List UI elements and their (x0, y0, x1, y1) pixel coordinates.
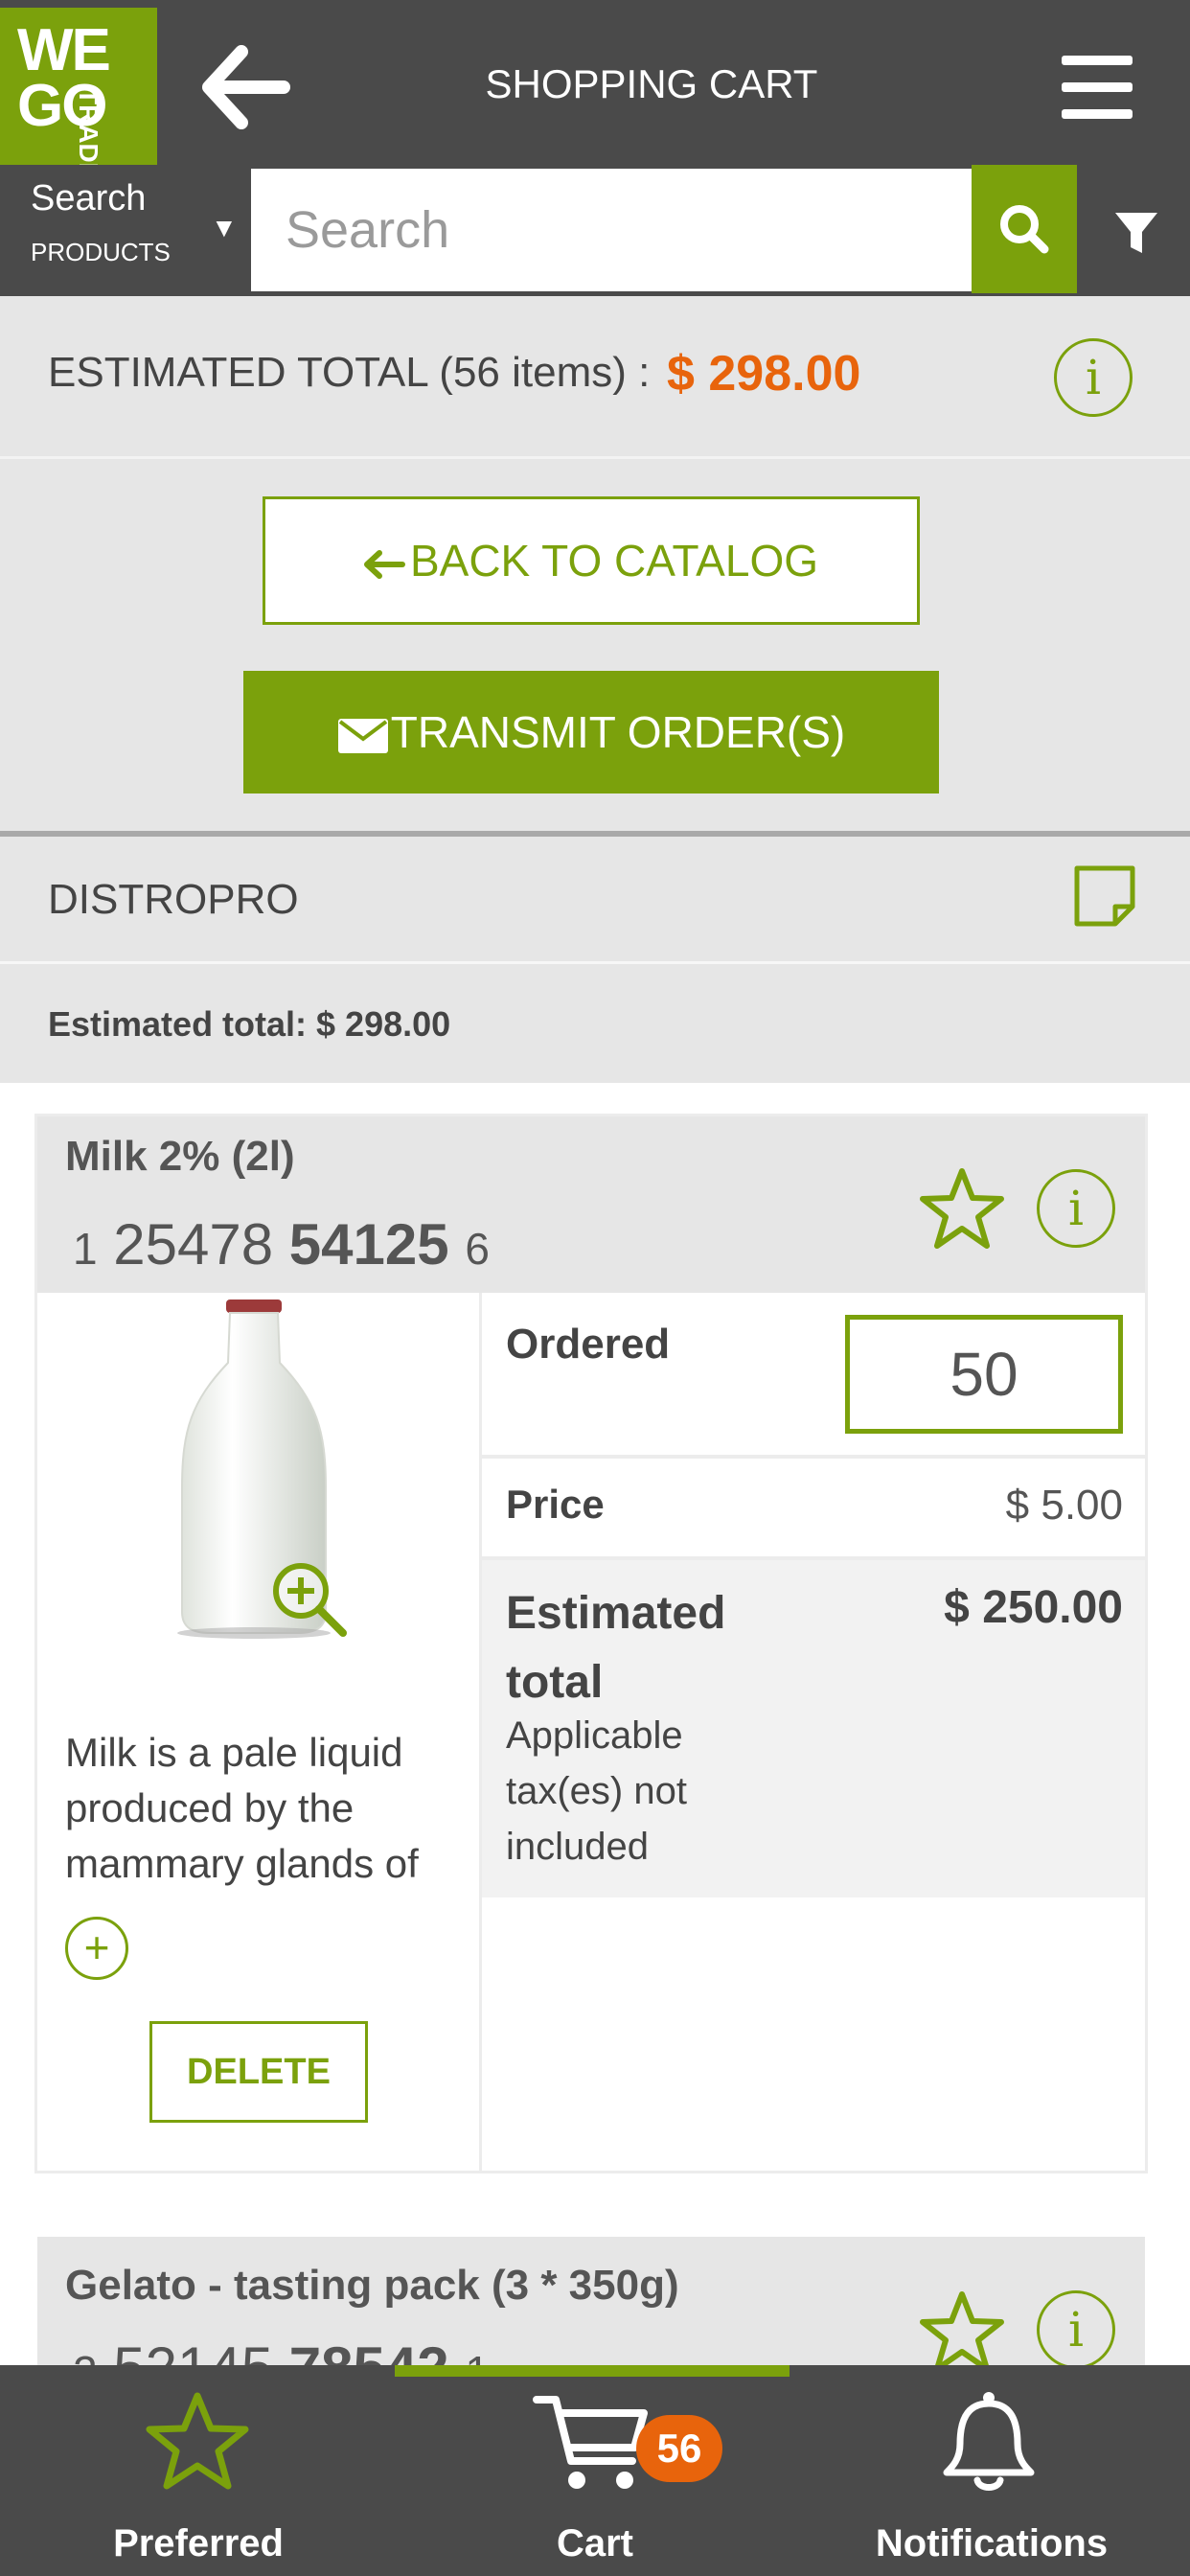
search-scope-value: PRODUCTS (31, 238, 171, 266)
app-logo[interactable]: WE GO TRADE (0, 8, 157, 180)
info-icon[interactable]: i (1054, 338, 1133, 417)
transmit-orders-label: TRANSMIT ORDER(S) (390, 707, 846, 757)
search-input[interactable] (251, 169, 972, 291)
price-value: $ 5.00 (1005, 1482, 1123, 1529)
barcode-part: 1 (73, 1224, 98, 1274)
favorite-button[interactable] (918, 2288, 1006, 2375)
nav-cart-label: Cart (556, 2522, 634, 2564)
product-description: Milk is a pale liquid produced by the ma… (65, 1730, 419, 1886)
product-name: Milk 2% (2l) (65, 1133, 295, 1180)
product-info-icon[interactable]: i (1037, 2290, 1115, 2369)
ordered-label: Ordered (506, 1321, 671, 1368)
barcode-part: 25478 (113, 1212, 274, 1276)
vendor-name: DISTROPRO (48, 876, 299, 923)
search-icon (1000, 205, 1049, 254)
hamburger-menu-icon (1062, 56, 1133, 119)
back-button[interactable] (199, 44, 291, 130)
active-tab-indicator (395, 2365, 790, 2377)
delete-button[interactable]: DELETE (149, 2021, 368, 2123)
vendor-estimated-total: Estimated total: $ 298.00 (48, 1004, 451, 1044)
expand-description-button[interactable]: + (65, 1917, 128, 1980)
estimated-total-label: ESTIMATED TOTAL (56 items) : (48, 349, 651, 396)
quantity-input[interactable] (845, 1315, 1123, 1434)
page-title: SHOPPING CART (485, 61, 818, 106)
star-icon (920, 1168, 1004, 1249)
filter-button[interactable] (1081, 165, 1190, 293)
product-estimated-total-value: $ 250.00 (944, 1582, 1123, 1633)
nav-preferred-label: Preferred (113, 2522, 284, 2564)
nav-notifications-label: Notifications (875, 2522, 1109, 2564)
product-info-icon[interactable]: i (1037, 1169, 1115, 1248)
product-barcode: 1 25478 54125 6 (73, 1211, 490, 1277)
transmit-orders-button[interactable]: TRANSMIT ORDER(S) (243, 671, 939, 794)
product-estimated-total-label: Estimated total (506, 1588, 726, 1708)
arrow-left-icon (363, 549, 405, 579)
bell-icon (935, 2390, 1042, 2497)
price-label: Price (506, 1482, 605, 1527)
barcode-part: 6 (465, 1224, 490, 1274)
back-to-catalog-button[interactable]: BACK TO CATALOG (263, 496, 920, 625)
back-to-catalog-label: BACK TO CATALOG (409, 536, 819, 586)
back-arrow-icon (202, 45, 290, 129)
cart-count-badge: 56 (636, 2415, 722, 2482)
search-scope-select[interactable]: Search PRODUCTS ▼ (0, 165, 251, 296)
menu-button[interactable] (1054, 50, 1140, 126)
search-button[interactable] (972, 165, 1077, 293)
zoom-button[interactable] (268, 1558, 349, 1639)
logo-text-we: WE (17, 17, 111, 83)
caret-down-icon: ▼ (211, 213, 238, 242)
product-name: Gelato - tasting pack (3 * 350g) (65, 2262, 679, 2309)
filter-icon (1115, 213, 1157, 253)
note-button[interactable] (1073, 864, 1136, 928)
star-icon (920, 2291, 1004, 2372)
favorite-button[interactable] (918, 1165, 1006, 1252)
envelope-icon (337, 718, 388, 753)
tax-note: Applicable tax(es) not included (506, 1714, 687, 1868)
note-icon (1074, 865, 1135, 927)
search-scope-label: Search (31, 178, 147, 218)
star-icon (144, 2388, 251, 2496)
barcode-part: 54125 (288, 1212, 449, 1276)
estimated-total-value: $ 298.00 (667, 346, 861, 402)
zoom-in-icon (273, 1563, 347, 1637)
row-divider (482, 1455, 1145, 1459)
